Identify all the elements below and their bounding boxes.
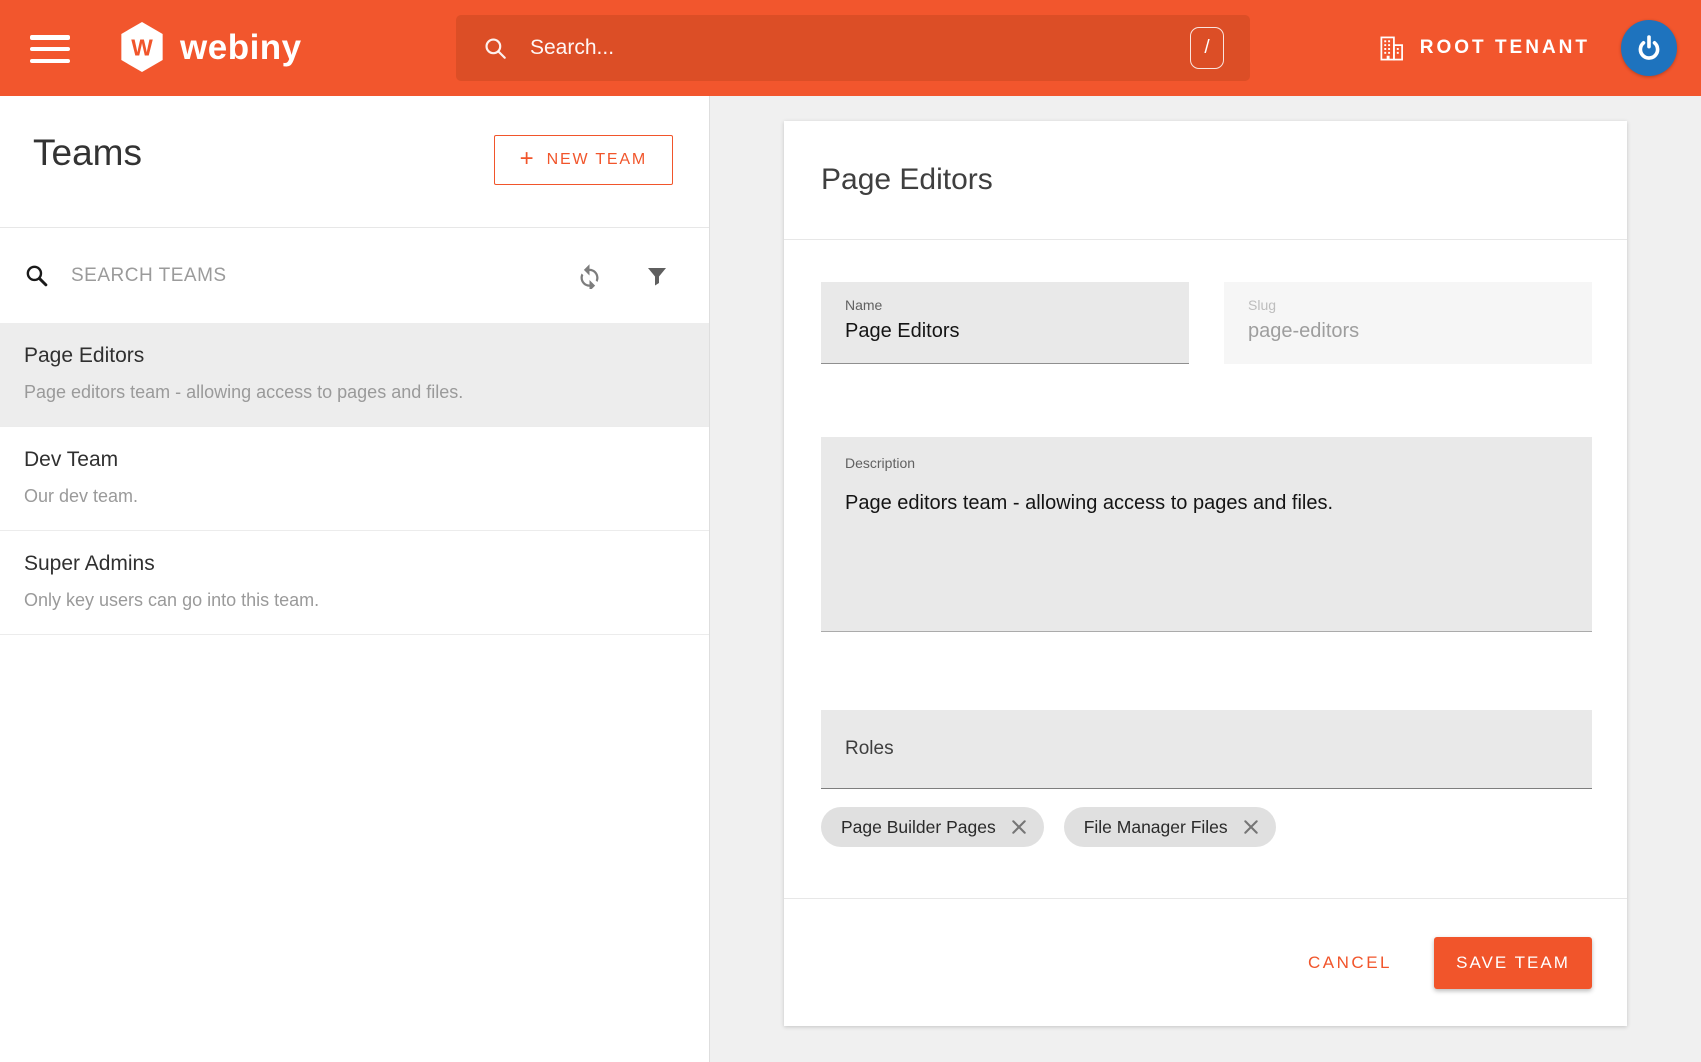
reload-button[interactable] (572, 258, 607, 293)
description-label: Description (845, 455, 1568, 471)
role-chip: Page Builder Pages (821, 807, 1044, 847)
filter-button[interactable] (641, 260, 673, 292)
chip-remove-button[interactable] (1241, 817, 1261, 837)
team-description: Only key users can go into this team. (24, 590, 685, 611)
search-icon (482, 35, 508, 61)
tenant-label: ROOT TENANT (1420, 37, 1590, 59)
team-list-item[interactable]: Dev Team Our dev team. (0, 427, 709, 531)
reload-icon (576, 262, 603, 289)
slash-shortcut-badge: / (1190, 27, 1224, 69)
sidebar-header: Teams + NEW TEAM (0, 96, 709, 228)
slug-field: Slug (1224, 282, 1592, 364)
global-search: / (456, 15, 1250, 81)
form-body: Name Slug Description Page editors team … (784, 282, 1627, 847)
name-field: Name (821, 282, 1189, 364)
cancel-button[interactable]: CANCEL (1308, 953, 1392, 973)
slug-label: Slug (1248, 297, 1568, 313)
slug-input (1248, 320, 1568, 343)
chip-label: Page Builder Pages (841, 817, 996, 838)
app-header: W webiny / ROOT TENANT (0, 0, 1701, 96)
brand-wordmark: webiny (180, 28, 302, 68)
global-search-input[interactable] (530, 36, 1190, 60)
roles-label: Roles (845, 738, 894, 760)
user-avatar[interactable] (1621, 20, 1677, 76)
app-root: W webiny / ROOT TENANT (0, 0, 1701, 1062)
power-icon (1628, 27, 1670, 69)
role-chip: File Manager Files (1064, 807, 1276, 847)
save-team-button[interactable]: SAVE TEAM (1434, 937, 1592, 989)
tenant-selector[interactable]: ROOT TENANT (1378, 0, 1590, 96)
menu-button[interactable] (30, 33, 74, 65)
chip-remove-button[interactable] (1009, 817, 1029, 837)
team-search-input[interactable] (71, 265, 572, 287)
team-description: Our dev team. (24, 486, 685, 507)
svg-text:W: W (131, 35, 153, 61)
new-team-label: NEW TEAM (547, 151, 647, 169)
team-name: Super Admins (24, 552, 685, 576)
team-list: Page Editors Page editors team - allowin… (0, 323, 709, 635)
roles-select[interactable]: Roles (821, 710, 1592, 789)
search-icon (24, 263, 49, 288)
name-label: Name (845, 297, 1165, 313)
team-list-item[interactable]: Page Editors Page editors team - allowin… (0, 323, 709, 427)
team-details-panel: Page Editors Name Slug Description Page … (710, 96, 1701, 1062)
team-name: Dev Team (24, 448, 685, 472)
filter-icon (645, 264, 669, 288)
form-title: Page Editors (821, 163, 993, 197)
menu-icon (30, 35, 70, 40)
role-chips: Page Builder Pages File Manager Files (821, 807, 1592, 847)
form-header: Page Editors (784, 121, 1627, 240)
team-form-card: Page Editors Name Slug Description Page … (784, 121, 1627, 1026)
tenant-building-icon (1378, 35, 1405, 62)
team-description: Page editors team - allowing access to p… (24, 382, 685, 403)
webiny-logo-icon: W (120, 22, 164, 72)
description-field: Description Page editors team - allowing… (821, 437, 1592, 632)
chip-label: File Manager Files (1084, 817, 1228, 838)
webiny-logo: W webiny (120, 22, 302, 72)
team-list-item[interactable]: Super Admins Only key users can go into … (0, 531, 709, 635)
teams-sidebar: Teams + NEW TEAM (0, 96, 710, 1062)
name-input[interactable] (845, 320, 1165, 343)
form-footer: CANCEL SAVE TEAM (784, 898, 1627, 1026)
plus-icon: + (520, 145, 534, 173)
page-title: Teams (33, 132, 142, 174)
close-icon (1011, 819, 1027, 835)
team-search-bar (0, 228, 709, 323)
team-name: Page Editors (24, 344, 685, 368)
new-team-button[interactable]: + NEW TEAM (494, 135, 673, 185)
close-icon (1243, 819, 1259, 835)
description-input[interactable]: Page editors team - allowing access to p… (845, 490, 1568, 620)
